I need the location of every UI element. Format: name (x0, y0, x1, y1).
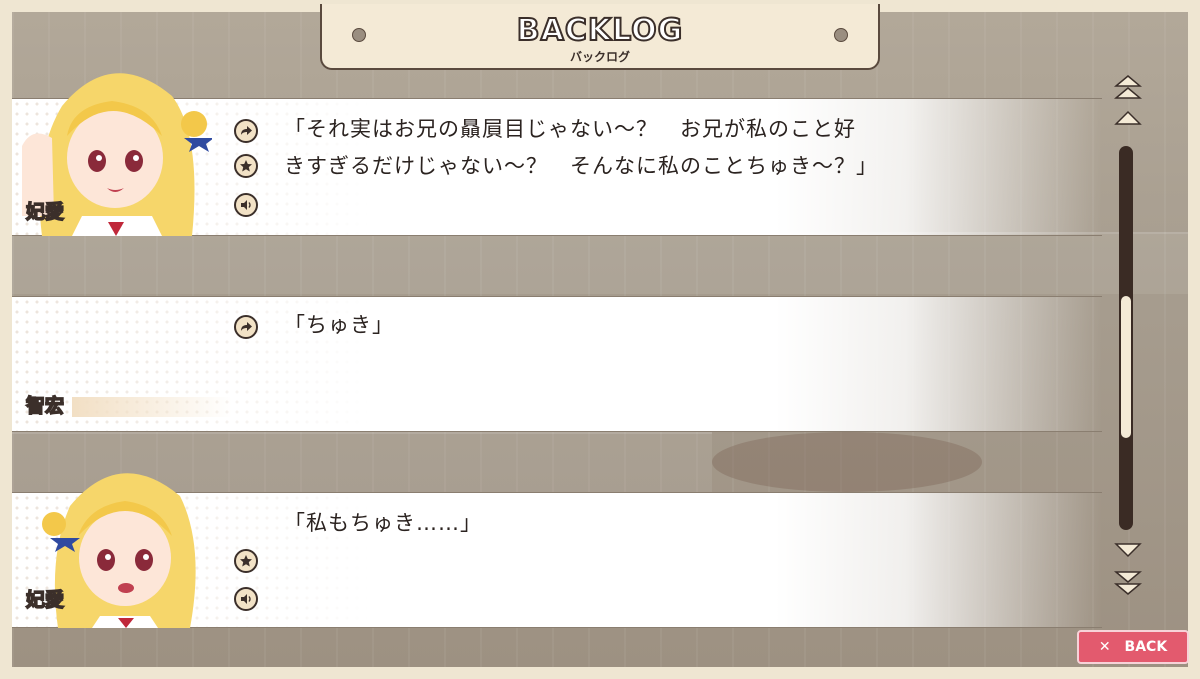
back-button[interactable]: ✕ BACK (1077, 630, 1189, 664)
scrollbar-thumb[interactable] (1121, 295, 1131, 438)
voice-replay-icon[interactable] (234, 193, 258, 217)
speaker-name: 妃愛 (25, 588, 65, 612)
dialogue-line: きすぎるだけじゃない〜？ そんなに私のことちゅき〜？」 (284, 154, 878, 178)
page-title: BACKLOG (516, 13, 684, 49)
star-icon[interactable] (234, 549, 258, 573)
dialogue-line: 「私もちゅき……」 (284, 511, 482, 535)
jump-icon[interactable] (234, 315, 258, 339)
speaker-name: 妃愛 (25, 200, 65, 224)
log-entry: 「ちゅき」 智宏 (12, 296, 1102, 432)
star-icon[interactable] (234, 154, 258, 178)
backlog-header: BACKLOG バックログ (320, 4, 880, 70)
scroll-up-icon[interactable] (1114, 110, 1142, 126)
dialogue-line: 「それ実はお兄の贔屓目じゃない〜？ お兄が私のこと好 (284, 117, 856, 141)
jump-icon[interactable] (234, 119, 258, 143)
speaker-name: 智宏 (25, 394, 65, 418)
back-label: BACK (1124, 639, 1168, 655)
scroll-bottom-icon[interactable] (1114, 570, 1142, 596)
scroll-down-icon[interactable] (1114, 542, 1142, 558)
dialogue-line: 「ちゅき」 (284, 313, 394, 337)
character-portrait (42, 473, 196, 628)
page-subtitle: バックログ (569, 50, 630, 64)
close-icon: ✕ (1098, 639, 1111, 655)
scroll-top-icon[interactable] (1114, 74, 1142, 100)
voice-replay-icon[interactable] (234, 587, 258, 611)
